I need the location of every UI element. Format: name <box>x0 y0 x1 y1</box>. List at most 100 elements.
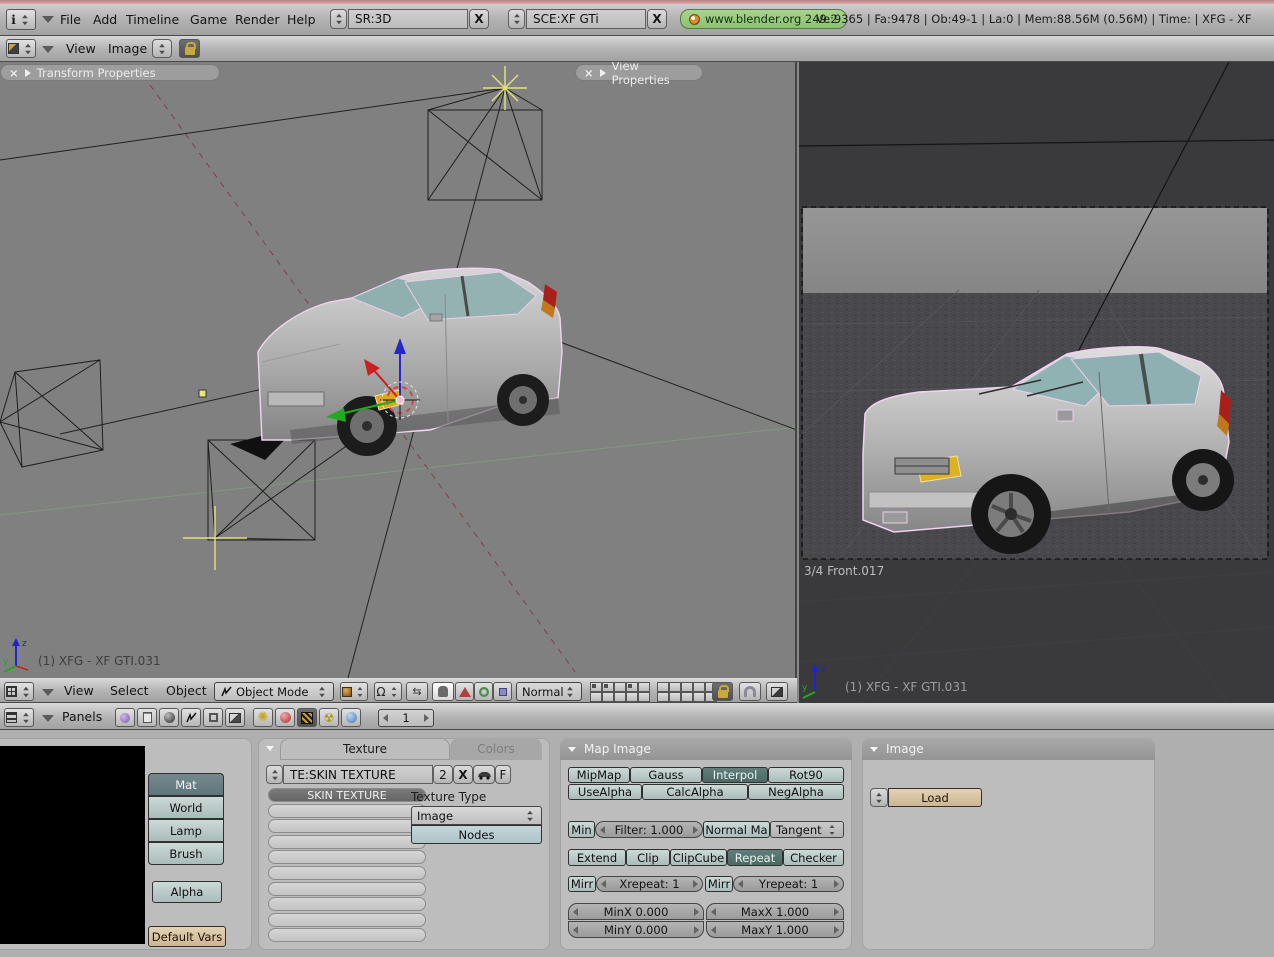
maxx-field[interactable]: MaxX 1.000 <box>706 903 844 920</box>
clip-button[interactable]: Clip <box>626 849 670 866</box>
preview-lamp-button[interactable]: Lamp <box>148 819 224 842</box>
increment-icon[interactable] <box>834 925 839 934</box>
screen-delete-button[interactable]: X <box>469 9 489 29</box>
editor-type-button-3dview[interactable] <box>4 682 34 701</box>
filter-size-field[interactable]: Filter: 1.000 <box>595 821 703 838</box>
rot90-button[interactable]: Rot90 <box>768 767 844 783</box>
layer-group-2[interactable] <box>657 682 717 702</box>
expand-icon[interactable] <box>599 68 606 77</box>
manipulator-hand-button[interactable] <box>432 682 454 701</box>
maxy-field[interactable]: MaxY 1.000 <box>706 921 844 938</box>
clipcube-button[interactable]: ClipCube <box>670 849 727 866</box>
texture-channel-empty[interactable] <box>268 881 426 896</box>
view-properties-panel-tab[interactable]: × View Properties <box>575 62 703 87</box>
editing-context-button[interactable] <box>203 708 223 727</box>
close-icon[interactable]: × <box>584 66 594 80</box>
texture-channel-empty[interactable] <box>268 928 426 943</box>
draw-type-button[interactable] <box>340 682 368 701</box>
minx-field[interactable]: MinX 0.000 <box>568 903 704 920</box>
transform-properties-panel-tab[interactable]: × Transform Properties <box>0 64 220 81</box>
checker-button[interactable]: Checker <box>783 849 844 866</box>
mipmap-button[interactable]: MipMap <box>568 767 630 783</box>
mode-dropdown[interactable]: Object Mode <box>214 682 334 701</box>
layer-group-1[interactable] <box>590 682 650 702</box>
header-collapse-icon[interactable] <box>42 16 54 23</box>
miny-field[interactable]: MinY 0.000 <box>568 921 704 938</box>
texture-channel-empty[interactable] <box>268 865 426 880</box>
texture-datablock-field[interactable]: TE:SKIN TEXTURE <box>283 765 433 784</box>
gauss-button[interactable]: Gauss <box>630 767 702 783</box>
texture-channel-empty[interactable] <box>268 819 426 834</box>
material-buttons-button[interactable] <box>275 708 295 727</box>
menu-object[interactable]: Object <box>166 683 207 698</box>
preview-brush-button[interactable]: Brush <box>148 842 224 865</box>
usealpha-button[interactable]: UseAlpha <box>568 784 642 800</box>
object-context-button[interactable] <box>181 708 201 727</box>
extend-button[interactable]: Extend <box>568 849 626 866</box>
increment-icon[interactable] <box>693 880 698 888</box>
editor-type-button-buttons[interactable] <box>4 708 34 727</box>
panel-collapse-icon[interactable] <box>568 746 576 752</box>
radiosity-buttons-button[interactable]: ☢ <box>319 708 339 727</box>
panel-collapse-icon[interactable] <box>266 746 274 751</box>
logic-context-button[interactable] <box>115 708 135 727</box>
menu-game[interactable]: Game <box>190 12 227 27</box>
menu-select[interactable]: Select <box>110 683 149 698</box>
lock-layers-button[interactable] <box>712 682 733 701</box>
image-lock-button[interactable] <box>179 39 200 58</box>
auto-name-button[interactable] <box>473 765 495 784</box>
panel-collapse-icon[interactable] <box>870 746 878 752</box>
map-image-panel-header[interactable]: Map Image <box>560 738 852 760</box>
world-buttons-button[interactable] <box>341 708 361 727</box>
manipulator-translate-button[interactable] <box>455 682 474 701</box>
texture-users-button[interactable]: 2 <box>433 765 453 784</box>
lamp-buttons-button[interactable]: ✺ <box>253 708 273 727</box>
increment-icon[interactable] <box>834 880 839 888</box>
preview-alpha-button[interactable]: Alpha <box>152 881 222 903</box>
script-context-button[interactable] <box>137 708 157 727</box>
scene-delete-button[interactable]: X <box>647 9 667 29</box>
negalpha-button[interactable]: NegAlpha <box>748 784 844 800</box>
menu-file[interactable]: File <box>60 12 81 27</box>
menu-timeline[interactable]: Timeline <box>126 12 179 27</box>
preview-world-button[interactable]: World <box>148 796 224 819</box>
menu-add[interactable]: Add <box>93 12 117 27</box>
menu-help[interactable]: Help <box>287 12 316 27</box>
increment-icon[interactable] <box>834 907 839 916</box>
shading-context-button[interactable] <box>159 708 179 727</box>
texture-buttons-button[interactable] <box>297 708 317 727</box>
repeat-button[interactable]: Repeat <box>727 849 783 866</box>
editor-type-button-image[interactable] <box>6 39 36 58</box>
pivot-button[interactable]: Ω <box>374 682 402 701</box>
tab-texture[interactable]: Texture <box>280 738 450 760</box>
render-preview-button[interactable] <box>766 682 788 701</box>
scene-browse-button[interactable] <box>508 9 525 29</box>
layer-buttons[interactable] <box>590 682 717 702</box>
calcalpha-button[interactable]: CalcAlpha <box>642 784 748 800</box>
increment-icon[interactable] <box>693 825 698 834</box>
viewport-3d-camera[interactable]: 3/4 Front.017 (1) XFG - XF GTI.031 z y <box>799 62 1274 703</box>
menu-image[interactable]: Image <box>108 41 147 56</box>
image-panel-header[interactable]: Image <box>862 738 1155 760</box>
editor-type-button-info[interactable]: i <box>6 9 36 30</box>
menu-render[interactable]: Render <box>235 12 280 27</box>
orientation-dropdown[interactable]: Normal <box>516 682 582 701</box>
load-image-button[interactable]: Load <box>888 788 982 807</box>
texture-browse-button[interactable] <box>266 765 283 784</box>
texture-channel-empty[interactable] <box>268 803 426 818</box>
xrepeat-field[interactable]: Xrepeat: 1 <box>596 876 703 892</box>
texture-type-dropdown[interactable]: Image <box>411 806 542 825</box>
scene-name-field[interactable]: SCE:XF GTi <box>526 9 646 29</box>
header-collapse-icon[interactable] <box>42 715 54 722</box>
default-vars-button[interactable]: Default Vars <box>148 926 226 947</box>
increment-icon[interactable] <box>694 907 699 916</box>
tangent-dropdown[interactable]: Tangent <box>770 821 844 838</box>
texture-channel-empty[interactable] <box>268 850 426 865</box>
frame-increment-icon[interactable] <box>424 714 429 722</box>
manipulator-rotate-button[interactable] <box>474 682 493 701</box>
tab-colors[interactable]: Colors <box>450 738 542 760</box>
increment-icon[interactable] <box>694 925 699 934</box>
interpol-button[interactable]: Interpol <box>702 767 768 783</box>
menu-view3d[interactable]: View <box>64 683 94 698</box>
screen-name-field[interactable]: SR:3D <box>348 9 468 29</box>
